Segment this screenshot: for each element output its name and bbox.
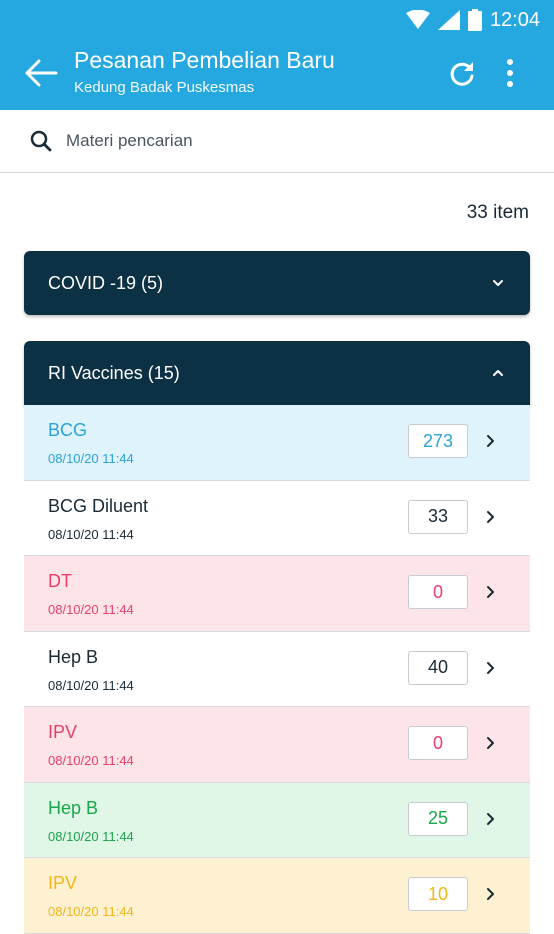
chevron-right-icon[interactable]	[486, 736, 496, 750]
refresh-icon[interactable]	[448, 60, 476, 88]
item-date: 08/10/20 11:44	[48, 828, 134, 844]
item-name: BCG Diluent	[48, 495, 149, 516]
battery-icon	[467, 9, 482, 31]
list-item[interactable]: DT 08/10/20 11:44 0	[24, 556, 530, 632]
list-item[interactable]: BCG 08/10/20 11:44 273	[24, 405, 530, 481]
item-name: IPV	[48, 722, 78, 742]
app-bar: 12:04 Pesanan Pembelian Baru Kedung Bada…	[0, 0, 554, 110]
vaccine-list: BCG 08/10/20 11:44 273 BCG Diluent 08/10…	[24, 405, 530, 934]
item-name: BCG	[48, 420, 88, 440]
chevron-right-icon[interactable]	[486, 585, 496, 599]
quantity-field[interactable]: 0	[408, 575, 468, 609]
status-time: 12:04	[489, 8, 540, 31]
item-date: 08/10/20 11:44	[48, 526, 134, 542]
item-name: IPV	[48, 873, 78, 893]
list-item[interactable]: BCG Diluent 08/10/20 11:44 33	[24, 480, 530, 556]
item-date: 08/10/20 11:44	[48, 451, 134, 466]
signal-icon	[437, 10, 460, 30]
chevron-down-icon	[493, 280, 503, 286]
quantity-field[interactable]: 33	[408, 499, 468, 534]
group-label: COVID -19 (5)	[48, 272, 164, 293]
item-name: Hep B	[48, 797, 99, 818]
search-bar	[0, 110, 554, 173]
search-icon	[30, 130, 52, 152]
group-header-ri-vaccines[interactable]: RI Vaccines (15)	[24, 341, 530, 405]
search-input[interactable]	[66, 131, 506, 151]
quantity-field[interactable]: 0	[408, 726, 468, 760]
list-item[interactable]: Hep B 08/10/20 11:44 25	[24, 782, 530, 858]
list-item[interactable]: IPV 08/10/20 11:44 10	[24, 858, 530, 934]
item-date: 08/10/20 11:44	[48, 904, 134, 919]
chevron-right-icon[interactable]	[486, 434, 496, 448]
list-item[interactable]: IPV 08/10/20 11:44 0	[24, 707, 530, 783]
page-subtitle: Kedung Badak Puskesmas	[74, 79, 255, 96]
quantity-field[interactable]: 40	[408, 650, 468, 685]
item-count: 33 item	[466, 202, 529, 223]
item-date: 08/10/20 11:44	[48, 753, 134, 768]
header-titles: Pesanan Pembelian Baru Kedung Badak Pusk…	[74, 46, 335, 98]
chevron-right-icon[interactable]	[486, 510, 496, 524]
item-date: 08/10/20 11:44	[48, 677, 134, 693]
more-vert-icon[interactable]	[500, 57, 520, 89]
chevron-right-icon[interactable]	[486, 812, 496, 826]
quantity-field[interactable]: 10	[408, 877, 468, 911]
chevron-up-icon	[493, 370, 503, 376]
status-bar: 12:04	[405, 6, 540, 34]
wifi-icon	[405, 10, 430, 29]
list-item[interactable]: Hep B 08/10/20 11:44 40	[24, 631, 530, 707]
item-name: DT	[48, 571, 72, 591]
chevron-right-icon[interactable]	[486, 661, 496, 675]
group-label: RI Vaccines (15)	[48, 362, 180, 383]
quantity-field[interactable]: 273	[408, 424, 468, 458]
item-date: 08/10/20 11:44	[48, 602, 134, 617]
chevron-right-icon[interactable]	[486, 887, 496, 901]
page-title: Pesanan Pembelian Baru	[74, 47, 335, 73]
group-header-covid[interactable]: COVID -19 (5)	[24, 251, 530, 315]
back-arrow-icon[interactable]	[24, 58, 58, 88]
item-name: Hep B	[48, 646, 99, 667]
quantity-field[interactable]: 25	[408, 801, 468, 836]
